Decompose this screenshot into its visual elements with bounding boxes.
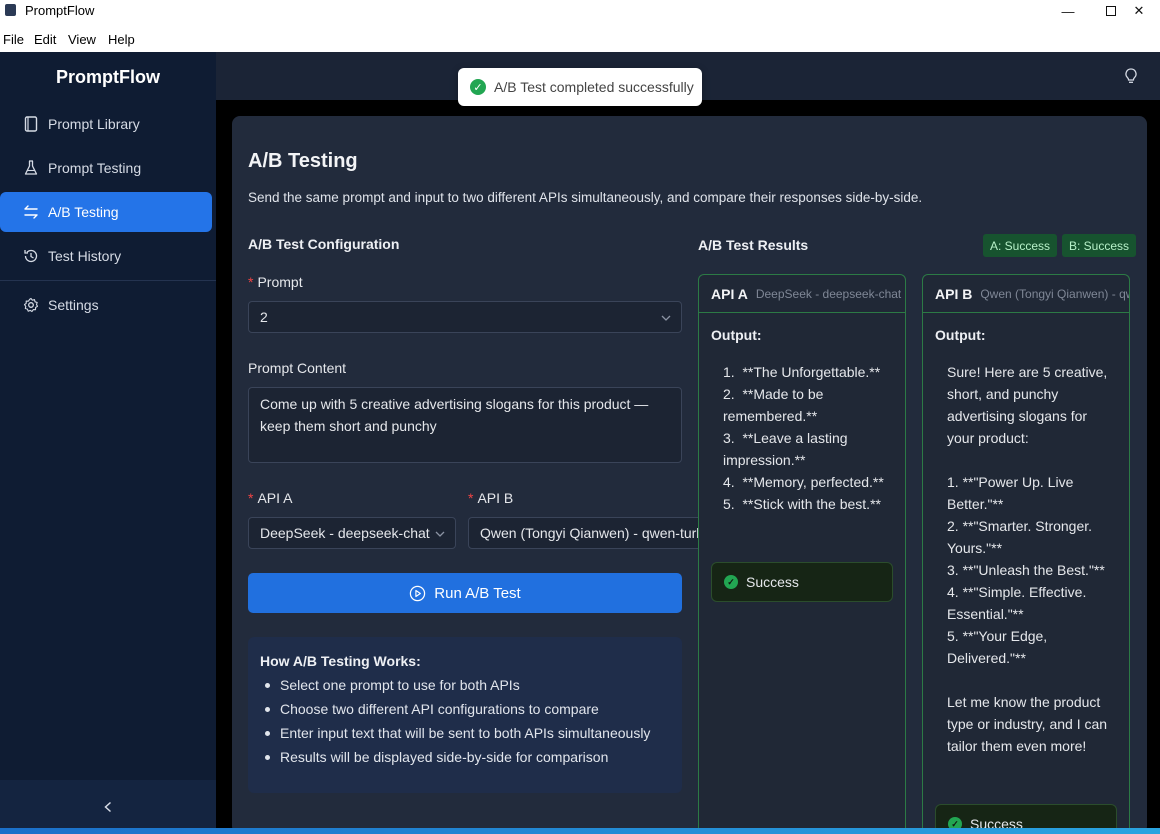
list-item: Choose two different API configurations … [260,697,670,721]
toast-message: A/B Test completed successfully [494,79,694,95]
api-b-label-text: API B [477,490,514,506]
chevron-down-icon [661,315,671,321]
minimize-button[interactable]: — [1045,0,1091,22]
maximize-icon [1106,6,1116,16]
sidebar: PromptFlow Prompt Library Prompt Testing… [0,52,216,834]
prompt-select[interactable]: 2 [248,301,682,333]
list-item: Enter input text that will be sent to bo… [260,721,670,745]
chevron-down-icon [435,531,445,537]
sidebar-item-prompt-library[interactable]: Prompt Library [0,104,212,144]
sidebar-item-label: Prompt Library [48,116,140,132]
how-it-works-panel: How A/B Testing Works: Select one prompt… [248,637,682,793]
close-button[interactable]: ✕ [1116,0,1160,22]
api-a-label: * API A [248,490,292,506]
prompt-label-text: Prompt [257,274,303,290]
sidebar-item-ab-testing[interactable]: A/B Testing [0,192,212,232]
config-title: A/B Test Configuration [248,236,400,252]
gear-icon [22,296,40,314]
app-root: PromptFlow Prompt Library Prompt Testing… [0,52,1160,834]
api-a-select[interactable]: DeepSeek - deepseek-chat [248,517,456,549]
check-circle-icon: ✓ [724,575,738,589]
menu-bar: File Edit View Help [0,30,1160,50]
sidebar-item-label: Settings [48,297,99,313]
prompt-content-textarea[interactable]: Come up with 5 creative advertising slog… [248,387,682,463]
api-a-label-text: API A [257,490,293,506]
chevron-left-icon [104,801,112,813]
sidebar-collapse-button[interactable] [0,780,216,834]
sidebar-item-settings[interactable]: Settings [0,285,212,325]
prompt-select-value: 2 [260,309,268,325]
result-header-b: API B Qwen (Tongyi Qianwen) - qwen-turbo [923,275,1129,313]
status-badge-a: A: Success [983,234,1058,257]
result-panel-a: API A DeepSeek - deepseek-chat Output: 1… [698,274,906,834]
result-model-name: Qwen (Tongyi Qianwen) - qwen-turbo [980,286,1129,301]
app-icon [5,4,16,16]
menu-help[interactable]: Help [108,32,135,47]
how-list: Select one prompt to use for both APIs C… [260,673,670,769]
flask-icon [22,159,40,177]
result-header-a: API A DeepSeek - deepseek-chat [699,275,905,313]
how-title: How A/B Testing Works: [260,653,421,669]
sidebar-item-label: Prompt Testing [48,160,142,176]
taskbar-edge [0,828,1160,834]
page-description: Send the same prompt and input to two di… [248,190,923,205]
window-titlebar: PromptFlow — ✕ [0,0,1160,22]
list-item: Results will be displayed side-by-side f… [260,745,670,769]
menu-file[interactable]: File [3,32,24,47]
required-mark: * [248,490,254,506]
swap-icon [22,203,40,221]
api-b-label: * API B [468,490,513,506]
output-label: Output: [711,327,762,343]
run-ab-test-button[interactable]: Run A/B Test [248,573,682,613]
check-circle-icon: ✓ [470,79,486,95]
page-title: A/B Testing [248,150,358,172]
window-title: PromptFlow [25,3,95,18]
results-title: A/B Test Results [698,237,809,253]
lightbulb-icon[interactable] [1122,67,1140,85]
sidebar-item-test-history[interactable]: Test History [0,236,212,276]
main-card: A/B Testing Send the same prompt and inp… [232,116,1147,834]
result-api-label: API B [935,285,973,302]
result-model-name: DeepSeek - deepseek-chat [755,286,902,301]
nav-divider [0,280,216,281]
sidebar-item-label: A/B Testing [48,204,119,220]
sidebar-item-label: Test History [48,248,122,264]
success-toast: ✓ A/B Test completed successfully [458,68,702,106]
required-mark: * [468,490,474,506]
list-item: Select one prompt to use for both APIs [260,673,670,697]
required-mark: * [248,274,254,290]
prompt-content-label: Prompt Content [248,360,347,376]
api-b-select[interactable]: Qwen (Tongyi Qianwen) - qwen-turbo [468,517,708,549]
book-icon [22,115,40,133]
run-button-label: Run A/B Test [434,584,521,602]
output-label: Output: [935,327,986,343]
menu-view[interactable]: View [68,32,96,47]
api-b-select-value: Qwen (Tongyi Qianwen) - qwen-turbo [480,525,708,541]
result-output-b: Sure! Here are 5 creative, short, and pu… [947,364,1108,754]
prompt-label: * Prompt [248,274,303,290]
history-icon [22,247,40,265]
result-status-a: ✓ Success [711,562,893,602]
result-status-text: Success [746,574,799,590]
result-panel-b: API B Qwen (Tongyi Qianwen) - qwen-turbo… [922,274,1130,834]
brand-title: PromptFlow [56,67,160,87]
sidebar-item-prompt-testing[interactable]: Prompt Testing [0,148,212,188]
menu-edit[interactable]: Edit [34,32,56,47]
play-circle-icon [410,585,426,601]
api-a-select-value: DeepSeek - deepseek-chat [260,525,430,541]
status-badge-b: B: Success [1062,234,1137,257]
result-api-label: API A [711,285,748,302]
result-output-a: 1. **The Unforgettable.** 2. **Made to b… [723,364,884,512]
